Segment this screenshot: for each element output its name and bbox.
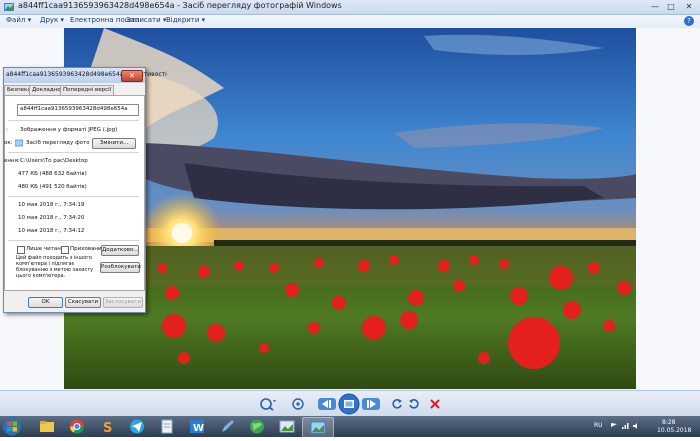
accessed-value: 10 мая 2018 г., 7:34:12 [18,228,85,234]
photos-icon[interactable] [272,417,302,436]
menu-file[interactable]: Файл ▾ [6,16,31,24]
photo-viewer-small-icon [15,139,23,147]
svg-text:S: S [103,421,112,436]
location-value: C:\Users\То рас\Desktop [20,158,88,164]
menu-burn[interactable]: Записати ▾ [126,16,166,24]
change-button[interactable]: Змінити... [92,138,136,149]
advanced-button[interactable]: Додатково... [101,245,139,256]
actual-size-icon[interactable] [290,395,306,413]
menu-open[interactable]: Відкрити ▾ [166,16,205,24]
network-icon[interactable] [621,422,629,430]
filename-value: a844ff1caa9136593963428d498e654a [20,106,128,112]
unblock-button[interactable]: Розблокувати [100,262,141,273]
menu-bar: Файл ▾ Друк ▾ Електронна пошта Записати … [0,15,700,29]
photo-viewer-app-icon [4,3,14,11]
tab-details[interactable]: Докладно [29,85,64,95]
readonly-checkbox[interactable] [17,246,25,254]
cancel-button[interactable]: Скасувати [65,297,101,308]
pencil-icon[interactable] [212,417,242,436]
menu-print[interactable]: Друк ▾ [40,16,64,24]
security-note: Цей файл походить з іншого комп'ютера і … [16,255,94,279]
previous-icon[interactable] [316,395,338,413]
photo-viewer-icon[interactable] [302,417,334,438]
divider [8,240,139,241]
divider [8,196,139,197]
type-label: : [6,127,8,133]
opens-with-value: Засіб перегляду фото [26,140,90,146]
notes-icon[interactable] [152,417,182,436]
taskbar: S W RU 8:28 10.05.2018 [0,416,700,438]
properties-dialog: a844ff1caa9136593963428d498e654a - власт… [3,67,167,313]
app-s-icon[interactable]: S [92,417,122,436]
dialog-title-bar: a844ff1caa9136593963428d498e654a - власт… [4,68,167,83]
windows-start-icon[interactable] [2,417,28,436]
sunset-poppy-photo [64,28,636,389]
tab-previous-versions[interactable]: Попередні версії [60,85,115,95]
chrome-icon[interactable] [62,417,92,436]
hidden-checkbox[interactable] [61,246,69,254]
viewer-toolbar [0,390,700,417]
globe-icon[interactable] [242,417,272,436]
close-window-button[interactable]: ✕ [682,1,696,12]
tray-icons[interactable] [610,422,650,431]
telegram-icon[interactable] [122,417,152,436]
size-on-disk-value: 480 КБ (491 520 байтів) [18,184,87,190]
hidden-label: Прихований [70,246,106,252]
delete-icon[interactable] [428,395,442,413]
dialog-close-button[interactable]: ✕ [121,70,143,82]
flag-icon[interactable] [610,422,618,430]
svg-text:W: W [193,423,204,434]
word-icon[interactable]: W [182,417,212,436]
volume-icon[interactable] [632,422,640,430]
size-value: 477 КБ (488 632 байтів) [18,171,87,177]
type-value: Зображення у форматі JPEG (.jpg) [20,127,118,133]
title-bar: a844ff1caa9136593963428d498e654a - Засіб… [0,0,700,15]
apply-button[interactable]: Застосувати [103,297,143,308]
explorer-icon[interactable] [32,417,62,436]
window-title: a844ff1caa9136593963428d498e654a - Засіб… [18,1,342,10]
opens-with-label: ок: [4,140,13,146]
modified-value: 10 мая 2018 г., 7:34:20 [18,215,85,221]
next-icon[interactable] [360,395,382,413]
slideshow-icon[interactable] [338,393,360,415]
clock-date[interactable]: 10.05.2018 [657,427,691,434]
location-label: ення: [4,158,20,164]
help-icon[interactable]: ? [684,16,694,26]
rotate-right-icon[interactable] [407,395,421,413]
minimize-button[interactable]: — [648,1,662,12]
language-indicator[interactable]: RU [594,422,603,429]
created-value: 10 мая 2018 г., 7:34:19 [18,202,85,208]
ok-button[interactable]: OK [28,297,63,308]
rotate-left-icon[interactable] [390,395,404,413]
divider [8,152,139,153]
clock-time[interactable]: 8:28 [662,419,675,426]
zoom-icon[interactable] [256,395,280,413]
divider [8,120,139,121]
maximize-button[interactable]: □ [664,1,678,12]
